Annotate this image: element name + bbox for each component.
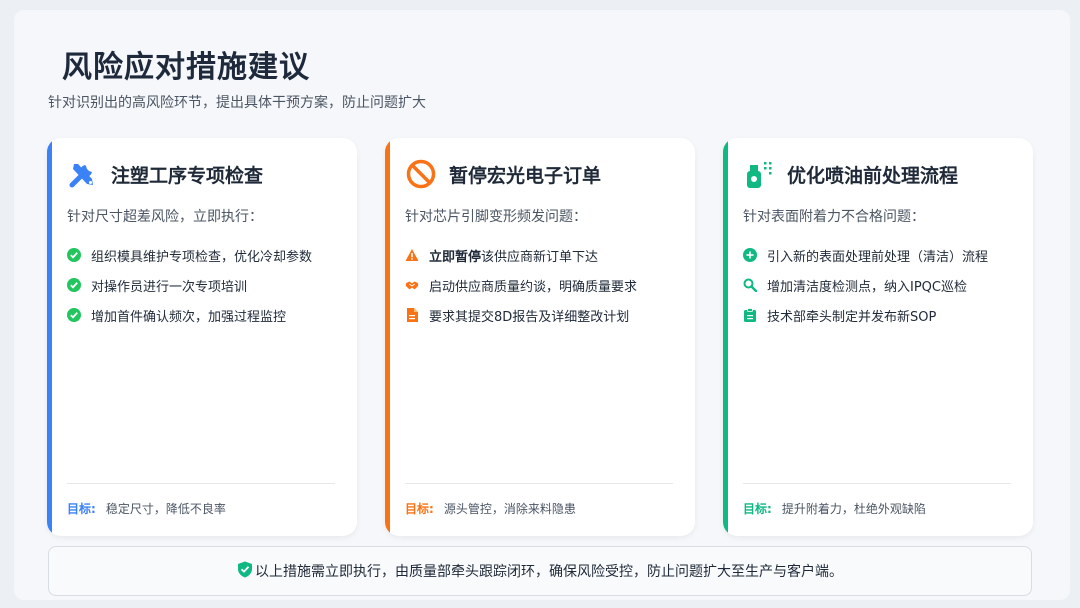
divider [67,483,335,484]
list-item: 对操作员进行一次专项培训 [67,270,341,300]
list-item: 引入新的表面处理前处理（清洁）流程 [743,240,1017,270]
card-goal: 目标: 源头管控，消除来料隐患 [405,500,576,517]
card-header: 暂停宏光电子订单 [405,158,601,190]
item-text: 对操作员进行一次专项培训 [91,279,248,295]
item-rest: 该供应商新订单下达 [481,249,599,265]
card-accent-bar [723,138,728,536]
goal-label: 目标: [405,502,434,516]
goal-text: 源头管控，消除来料隐患 [443,502,576,516]
card-injection-inspection: 注塑工序专项检查 针对尺寸超差风险，立即执行： 组织模具维护专项检查，优化冷却参… [47,138,357,536]
ban-icon [405,158,437,190]
action-list: 组织模具维护专项检查，优化冷却参数 对操作员进行一次专项培训 增加首件确认频次，… [67,240,341,330]
card-title: 注塑工序专项检查 [111,164,264,187]
divider [743,483,1011,484]
footer-text: 以上措施需立即执行，由质量部牵头跟踪闭环，确保风险受控，防止问题扩大至生产与客户… [255,564,843,580]
list-item: 增加首件确认频次，加强过程监控 [67,300,341,330]
item-text: 技术部牵头制定并发布新SOP [767,309,937,325]
plus-circle-icon [743,248,757,262]
list-item: 启动供应商质量约谈，明确质量要求 [405,270,679,300]
card-goal: 目标: 稳定尺寸，降低不良率 [67,500,226,517]
action-list: 立即暂停该供应商新订单下达 启动供应商质量约谈，明确质量要求 要求其提交8D报告… [405,240,679,330]
goal-label: 目标: [743,502,772,516]
spray-bottle-icon [743,158,775,190]
card-accent-bar [47,138,52,536]
card-title: 暂停宏光电子订单 [449,164,602,187]
card-header: 注塑工序专项检查 [67,158,263,190]
handshake-icon [405,278,419,292]
item-text: 启动供应商质量约谈，明确质量要求 [429,279,638,295]
check-circle-icon [67,278,81,292]
tools-icon [67,158,99,190]
card-spray-pretreatment: 优化喷油前处理流程 针对表面附着力不合格问题： 引入新的表面处理前处理（清洁）流… [723,138,1033,536]
item-text: 增加首件确认频次，加强过程监控 [91,309,287,325]
check-circle-icon [67,308,81,322]
list-item: 组织模具维护专项检查，优化冷却参数 [67,240,341,270]
card-goal: 目标: 提升附着力，杜绝外观缺陷 [743,500,926,517]
check-circle-icon [67,248,81,262]
card-intro: 针对尺寸超差风险，立即执行： [67,209,263,225]
card-intro: 针对表面附着力不合格问题： [743,209,925,225]
card-accent-bar [385,138,390,536]
item-text: 要求其提交8D报告及详细整改计划 [429,309,630,325]
card-intro: 针对芯片引脚变形频发问题： [405,209,587,225]
file-icon [405,308,419,322]
item-text: 引入新的表面处理前处理（清洁）流程 [767,249,989,265]
card-title: 优化喷油前处理流程 [787,164,959,187]
list-item: 增加清洁度检测点，纳入IPQC巡检 [743,270,1017,300]
card-header: 优化喷油前处理流程 [743,158,958,190]
page-title: 风险应对措施建议 [62,50,310,85]
page-subtitle: 针对识别出的高风险环节，提出具体干预方案，防止问题扩大 [48,95,426,111]
goal-label: 目标: [67,502,96,516]
shield-check-icon [237,561,253,582]
warning-icon [405,248,419,262]
item-text: 增加清洁度检测点，纳入IPQC巡检 [767,279,967,295]
divider [405,483,673,484]
item-emphasis: 立即暂停 [429,249,482,265]
list-item: 立即暂停该供应商新订单下达 [405,240,679,270]
item-text: 立即暂停该供应商新订单下达 [429,246,598,265]
card-pause-orders: 暂停宏光电子订单 针对芯片引脚变形频发问题： 立即暂停该供应商新订单下达 启动供… [385,138,695,536]
goal-text: 稳定尺寸，降低不良率 [105,502,226,516]
clipboard-icon [743,308,757,322]
list-item: 技术部牵头制定并发布新SOP [743,300,1017,330]
footer-note: 以上措施需立即执行，由质量部牵头跟踪闭环，确保风险受控，防止问题扩大至生产与客户… [48,546,1032,596]
list-item: 要求其提交8D报告及详细整改计划 [405,300,679,330]
item-text: 组织模具维护专项检查，优化冷却参数 [91,249,313,265]
goal-text: 提升附着力，杜绝外观缺陷 [781,502,926,516]
action-list: 引入新的表面处理前处理（清洁）流程 增加清洁度检测点，纳入IPQC巡检 技术部牵… [743,240,1017,330]
search-icon [743,278,757,292]
